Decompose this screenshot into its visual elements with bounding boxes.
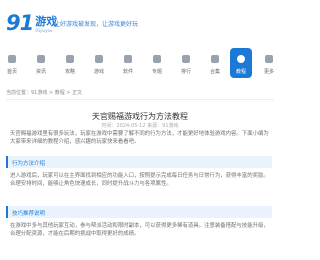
section-heading: 行为方法介绍 <box>6 156 272 168</box>
nav-label: 教程 <box>235 69 246 75</box>
guide-icon <box>66 55 74 63</box>
home-icon <box>8 55 16 63</box>
section-heading-text: 行为方法介绍 <box>12 161 46 167</box>
topic-icon <box>153 55 161 63</box>
divider <box>6 99 274 100</box>
gamepad-icon <box>95 55 103 63</box>
news-icon <box>37 55 45 63</box>
site-slogan: 让好游戏被发现，让游戏更好玩 <box>54 21 139 28</box>
nav-label: 排行 <box>180 69 191 75</box>
site-logo[interactable]: 91 游戏 91jiuyou <box>6 12 57 34</box>
nav-item-games[interactable]: 游戏 <box>88 48 110 82</box>
more-icon <box>265 55 273 63</box>
nav-item-home[interactable]: 首页 <box>1 48 23 82</box>
nav-label: 软件 <box>122 69 133 75</box>
nav-label: 首页 <box>6 69 17 75</box>
breadcrumb[interactable]: 当前位置：91游戏 > 教程 > 正文 <box>6 89 82 96</box>
nav-item-software[interactable]: 软件 <box>117 48 139 82</box>
section-heading-text: 技巧推荐说明 <box>12 211 46 217</box>
section-body: 在游戏中多与其他玩家互动，参与帮派活动和限时副本，可以获得更多稀有道具。注意装备… <box>10 223 269 237</box>
site-header: 91 游戏 91jiuyou 让好游戏被发现，让游戏更好玩 <box>0 0 280 44</box>
nav-label: 资讯 <box>35 69 46 75</box>
app-icon <box>124 55 132 63</box>
nav-label: 更多 <box>263 69 274 75</box>
nav-item-guide[interactable]: 攻略 <box>59 48 81 82</box>
nav-item-topics[interactable]: 专题 <box>146 48 168 82</box>
ranking-icon <box>182 55 190 63</box>
section-body: 进入游戏后，玩家可以在主界面找到相应的功能入口，按照提示完成每日任务与日常行为，… <box>10 173 269 187</box>
section-heading: 技巧推荐说明 <box>6 206 272 218</box>
nav-label: 攻略 <box>64 69 75 75</box>
nav-item-tutorial[interactable]: 教程 <box>230 48 252 78</box>
article-intro: 天官赐福游戏里有很多玩法，玩家在游戏中需要了解不同的行为方法，才能更好地体验游戏… <box>10 131 269 145</box>
article-meta: 时间：2024-05-12 来源：91游戏 <box>101 123 179 129</box>
logo-subtext: 91jiuyou <box>35 28 53 33</box>
collection-icon <box>211 55 219 63</box>
nav-label: 合集 <box>209 69 220 75</box>
nav-label: 游戏 <box>93 69 104 75</box>
article-title: 天官赐福游戏行为方法教程 <box>92 112 188 121</box>
nav-item-collection[interactable]: 合集 <box>204 48 226 82</box>
logo-number: 91 <box>6 11 34 35</box>
nav-item-more[interactable]: 更多 <box>258 48 280 82</box>
main-nav: 首页 资讯 攻略 游戏 软件 专题 排行 合集 教程 更多 <box>0 48 280 82</box>
nav-item-news[interactable]: 资讯 <box>30 48 52 82</box>
nav-label: 专题 <box>151 69 162 75</box>
nav-item-ranking[interactable]: 排行 <box>175 48 197 82</box>
graduation-cap-icon <box>237 55 245 63</box>
